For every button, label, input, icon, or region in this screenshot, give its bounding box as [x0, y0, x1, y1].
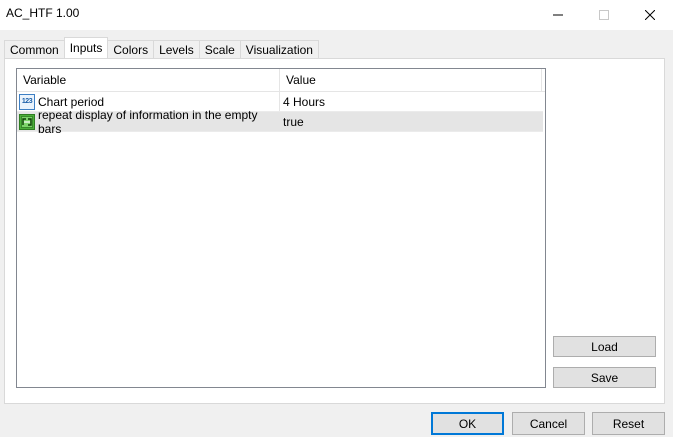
grid-header: Variable Value: [17, 69, 545, 92]
maximize-button[interactable]: [581, 0, 627, 30]
column-header-value[interactable]: Value: [280, 69, 542, 91]
tab-scale[interactable]: Scale: [198, 40, 241, 58]
title-bar: AC_HTF 1.00: [0, 0, 673, 30]
tab-common[interactable]: Common: [4, 40, 65, 58]
save-button[interactable]: Save: [553, 367, 656, 388]
cancel-button[interactable]: Cancel: [512, 412, 585, 435]
variable-name: Chart period: [38, 94, 105, 109]
value-cell[interactable]: 4 Hours: [280, 92, 543, 111]
tab-strip: Common Inputs Colors Levels Scale Visual…: [4, 37, 319, 58]
reset-button[interactable]: Reset: [592, 412, 665, 435]
variable-value: true: [283, 114, 304, 129]
numeric-123-icon: 123: [19, 93, 35, 110]
close-button[interactable]: [627, 0, 673, 30]
maximize-icon: [599, 10, 609, 20]
minimize-button[interactable]: [535, 0, 581, 30]
ok-button[interactable]: OK: [431, 412, 504, 435]
inputs-grid: Variable Value 123 Chart period 4 Hours: [16, 68, 546, 388]
tab-colors[interactable]: Colors: [107, 40, 155, 58]
tab-visualization[interactable]: Visualization: [239, 40, 319, 58]
value-cell[interactable]: true: [280, 112, 543, 131]
variable-value: 4 Hours: [283, 94, 326, 109]
boolean-toggle-icon: [19, 113, 35, 130]
variable-name: repeat display of information in the emp…: [38, 107, 258, 136]
variable-cell: repeat display of information in the emp…: [17, 108, 280, 136]
load-button[interactable]: Load: [553, 336, 656, 357]
close-icon: [645, 10, 655, 20]
window-title: AC_HTF 1.00: [6, 6, 80, 20]
tab-levels[interactable]: Levels: [153, 40, 200, 58]
column-header-variable[interactable]: Variable: [17, 69, 280, 91]
table-row[interactable]: repeat display of information in the emp…: [17, 108, 543, 136]
minimize-icon: [553, 14, 563, 16]
tab-inputs[interactable]: Inputs: [63, 37, 109, 58]
